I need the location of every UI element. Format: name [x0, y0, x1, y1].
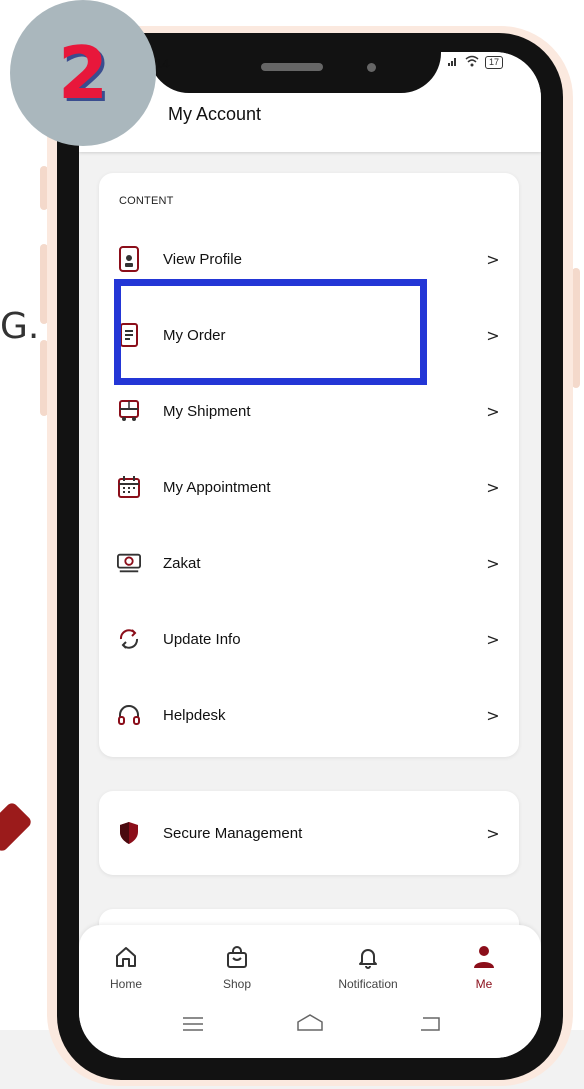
- menu-item-label: Helpdesk: [163, 706, 226, 724]
- refresh-icon: [117, 627, 141, 651]
- money-icon: [117, 551, 141, 575]
- nav-label: Notification: [338, 977, 398, 991]
- calendar-icon: [117, 475, 141, 499]
- signal-icon: [447, 55, 459, 70]
- person-icon: [439, 943, 529, 971]
- nav-shop[interactable]: Shop: [192, 943, 282, 991]
- shield-icon: [117, 821, 141, 845]
- bell-icon: [323, 943, 413, 971]
- phone-profile-icon: [117, 246, 141, 272]
- menu-lines-icon[interactable]: [183, 1017, 203, 1031]
- nav-label: Me: [475, 977, 493, 991]
- nav-me[interactable]: Me: [439, 943, 529, 991]
- nav-label: Home: [109, 977, 142, 991]
- battery-indicator: 17: [485, 56, 504, 69]
- truck-icon: [117, 399, 141, 423]
- chevron-right-icon: >: [486, 629, 500, 649]
- nav-label: Shop: [222, 977, 252, 991]
- menu-item-label: View Profile: [163, 250, 242, 268]
- headset-icon: [117, 703, 141, 727]
- decorative-shape: [0, 800, 34, 854]
- page-title: My Account: [168, 104, 262, 124]
- partial-caption-text: G.: [0, 306, 40, 347]
- menu-item-label: Update Info: [163, 630, 241, 648]
- menu-item-secure-management[interactable]: Secure Management >: [99, 808, 519, 858]
- step-number-badge: 2: [10, 0, 156, 146]
- menu-item-view-profile[interactable]: View Profile >: [99, 234, 519, 284]
- chevron-right-icon: >: [486, 325, 500, 345]
- system-navigation-bar: [79, 1010, 541, 1040]
- wifi-icon: [465, 55, 479, 70]
- menu-item-my-appointment[interactable]: My Appointment >: [99, 462, 519, 512]
- menu-item-label: My Appointment: [163, 478, 271, 496]
- nav-home[interactable]: Home: [81, 943, 171, 991]
- shop-bag-icon: [192, 943, 282, 971]
- menu-item-zakat[interactable]: Zakat >: [99, 538, 519, 588]
- chevron-right-icon: >: [486, 705, 500, 725]
- home-outline-icon[interactable]: [297, 1014, 323, 1031]
- phone-notch: [149, 33, 441, 93]
- menu-item-label: Zakat: [163, 554, 201, 572]
- front-camera: [367, 63, 376, 72]
- status-time: 14: [155, 56, 170, 71]
- phone-screen: My Account CONTENT View Profile > My Ord…: [79, 52, 541, 1058]
- chevron-right-icon: >: [486, 823, 500, 843]
- menu-item-update-info[interactable]: Update Info >: [99, 614, 519, 664]
- menu-item-label: Secure Management: [163, 824, 303, 842]
- chevron-right-icon: >: [486, 401, 500, 421]
- chevron-right-icon: >: [486, 477, 500, 497]
- back-icon[interactable]: [421, 1017, 440, 1031]
- highlight-annotation-box: [114, 279, 427, 385]
- phone-power-button: [572, 268, 580, 388]
- chevron-right-icon: >: [486, 553, 500, 573]
- speaker-grille: [261, 63, 323, 71]
- chevron-right-icon: >: [486, 249, 500, 269]
- section-label: CONTENT: [119, 195, 174, 207]
- menu-item-my-shipment[interactable]: My Shipment >: [99, 386, 519, 436]
- menu-item-helpdesk[interactable]: Helpdesk >: [99, 690, 519, 740]
- home-icon: [81, 943, 171, 971]
- nav-notification[interactable]: Notification: [323, 943, 413, 991]
- step-number: 2: [57, 31, 109, 115]
- menu-item-label: My Shipment: [163, 402, 251, 420]
- status-icons: 17: [447, 55, 504, 70]
